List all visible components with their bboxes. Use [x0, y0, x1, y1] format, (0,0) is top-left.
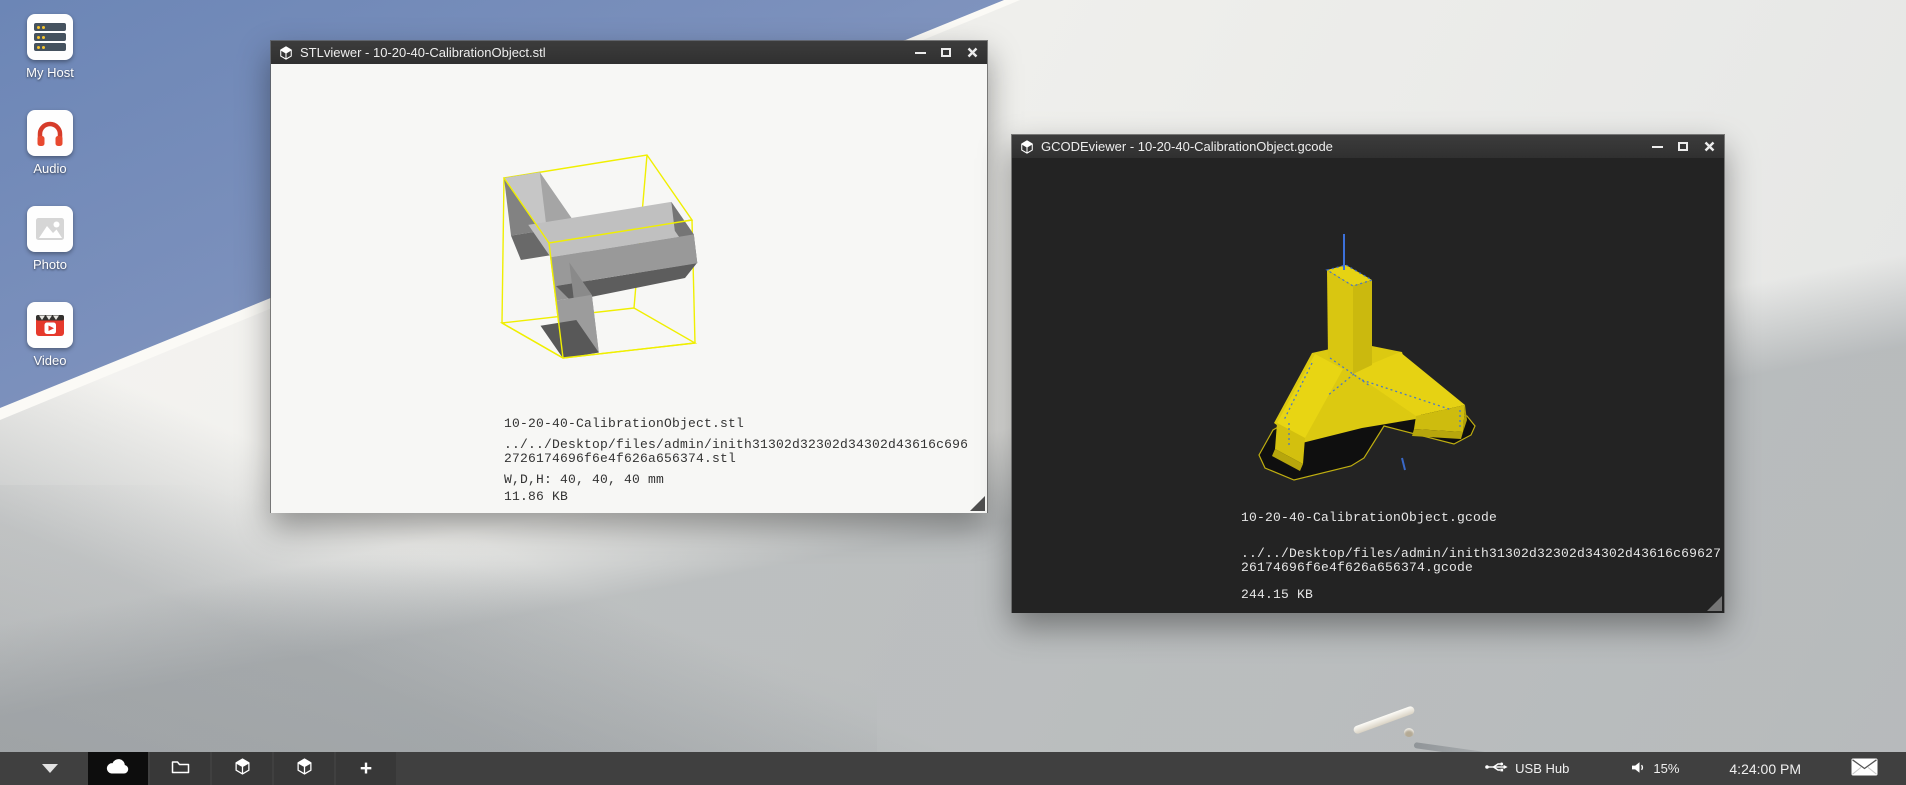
stl-dimensions: W,D,H: 40, 40, 40 mm: [504, 473, 968, 487]
wall-peg-tip: [1404, 728, 1414, 737]
stl-file-info: 10-20-40-CalibrationObject.stl ../../Des…: [504, 417, 968, 504]
gcode-filesize: 244.15 KB: [1241, 588, 1721, 602]
stl-object: [504, 172, 697, 358]
stlviewer-titlebar[interactable]: STLviewer - 10-20-40-CalibrationObject.s…: [271, 41, 987, 64]
window-title: STLviewer - 10-20-40-CalibrationObject.s…: [300, 45, 546, 60]
taskbar-status-area: USB Hub 15% 4:24:00 PM: [1485, 752, 1906, 785]
resize-grip[interactable]: [970, 496, 985, 511]
desktop-icon-label: Photo: [33, 257, 67, 272]
usb-label: USB Hub: [1515, 761, 1569, 776]
cube-icon: [296, 758, 313, 780]
volume-label: 15%: [1653, 761, 1679, 776]
taskbar: + USB Hub: [0, 752, 1906, 785]
folder-icon: [171, 759, 190, 779]
desktop-icon-label: Audio: [33, 161, 66, 176]
taskbar-folder-button[interactable]: [150, 752, 210, 785]
cloud-icon: [105, 757, 131, 780]
desktop-icon-label: My Host: [26, 65, 74, 80]
clock[interactable]: 4:24:00 PM: [1729, 761, 1801, 777]
gcodeviewer-titlebar[interactable]: GCODEviewer - 10-20-40-CalibrationObject…: [1012, 135, 1724, 158]
taskbar-cloud-button[interactable]: [88, 752, 148, 785]
desktop-icon-audio[interactable]: Audio: [8, 110, 92, 176]
usb-icon: [1485, 761, 1508, 776]
volume-status[interactable]: 15%: [1631, 761, 1679, 777]
chevron-down-icon[interactable]: [42, 764, 58, 773]
plus-icon: +: [360, 758, 372, 779]
usb-status[interactable]: USB Hub: [1485, 761, 1569, 776]
audio-icon: [27, 110, 73, 156]
stl-filesize: 11.86 KB: [504, 490, 968, 504]
gcode-filename: 10-20-40-CalibrationObject.gcode: [1241, 511, 1721, 525]
desktop-icon-label: Video: [33, 353, 66, 368]
desktop-icon-photo[interactable]: Photo: [8, 206, 92, 272]
gcodeviewer-window: GCODEviewer - 10-20-40-CalibrationObject…: [1011, 134, 1725, 613]
stl-path-line2: 2726174696f6e4f626a656374.stl: [504, 452, 968, 466]
maximize-icon[interactable]: [939, 46, 953, 60]
taskbar-add-button[interactable]: +: [336, 752, 396, 785]
taskbar-gcodeviewer-button[interactable]: [274, 752, 334, 785]
speaker-icon: [1631, 761, 1646, 777]
taskbar-app-buttons: +: [88, 752, 396, 785]
clock-label: 4:24:00 PM: [1729, 761, 1801, 777]
desktop-icon-column: My Host Audio Photo: [8, 14, 92, 398]
desktop-icon-my-host[interactable]: My Host: [8, 14, 92, 80]
host-icon: [27, 14, 73, 60]
mail-status[interactable]: [1851, 758, 1878, 779]
window-title: GCODEviewer - 10-20-40-CalibrationObject…: [1041, 139, 1333, 154]
gcode-path-line2: 26174696f6e4f626a656374.gcode: [1241, 561, 1721, 575]
cube-icon: [234, 758, 251, 780]
cube-app-icon: [1020, 140, 1034, 154]
envelope-icon: [1851, 758, 1878, 779]
minimize-icon[interactable]: [1650, 140, 1664, 154]
cube-app-icon: [279, 46, 293, 60]
taskbar-stlviewer-button[interactable]: [212, 752, 272, 785]
gcode-path-line1: ../../Desktop/files/admin/inith31302d323…: [1241, 547, 1721, 561]
video-icon: [27, 302, 73, 348]
resize-grip[interactable]: [1707, 596, 1722, 611]
photo-icon: [27, 206, 73, 252]
gcode-file-info: 10-20-40-CalibrationObject.gcode ../../D…: [1241, 511, 1721, 602]
stlviewer-window: STLviewer - 10-20-40-CalibrationObject.s…: [270, 40, 988, 513]
close-icon[interactable]: [965, 46, 979, 60]
close-icon[interactable]: [1702, 140, 1716, 154]
maximize-icon[interactable]: [1676, 140, 1690, 154]
minimize-icon[interactable]: [913, 46, 927, 60]
desktop-icon-video[interactable]: Video: [8, 302, 92, 368]
stl-path-line1: ../../Desktop/files/admin/inith31302d323…: [504, 438, 968, 452]
wall-shadow-streak: [0, 485, 877, 752]
stl-filename: 10-20-40-CalibrationObject.stl: [504, 417, 968, 431]
